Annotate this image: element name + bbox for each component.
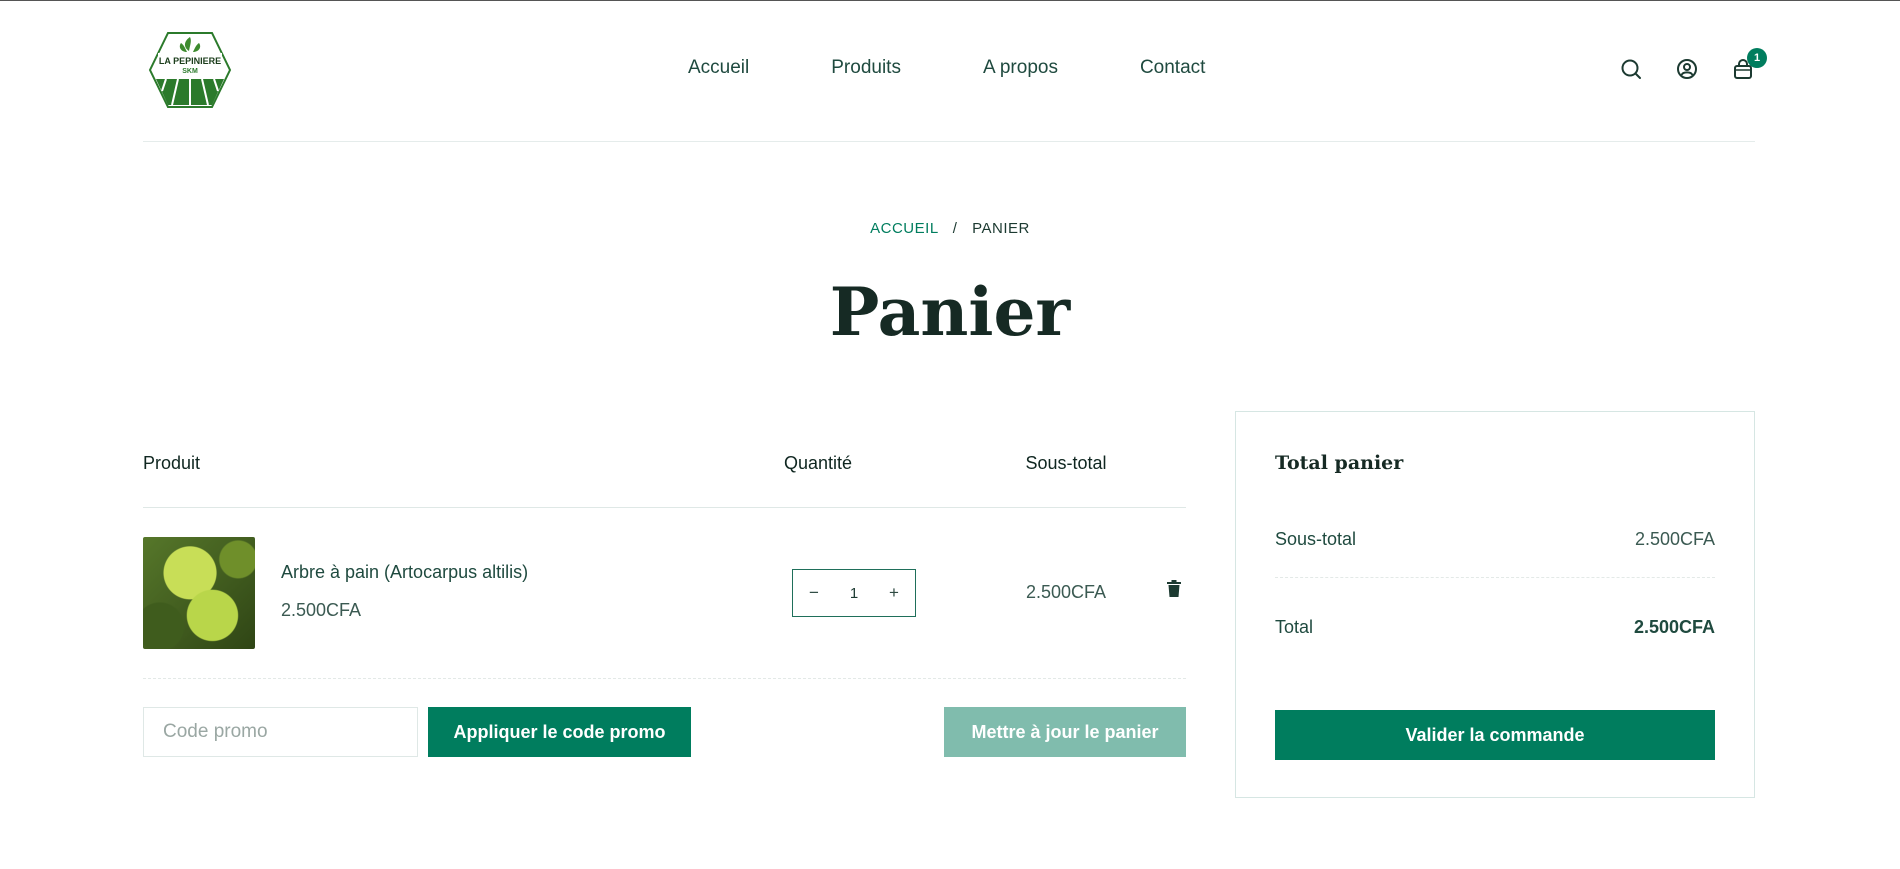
cart-totals-title: Total panier — [1275, 452, 1404, 474]
quantity-value[interactable]: 1 — [835, 585, 873, 602]
search-icon — [1621, 59, 1641, 79]
logo-subtext: SKM — [182, 68, 198, 75]
quantity-stepper: − 1 + — [792, 569, 916, 617]
cart-item-row: Arbre à pain (Artocarpus altilis) 2.500C… — [143, 508, 1186, 679]
totals-subtotal-value: 2.500CFA — [1634, 529, 1715, 549]
checkout-button[interactable]: Valider la commande — [1275, 710, 1715, 760]
remove-item-button[interactable] — [1166, 580, 1186, 602]
breadcrumb-separator: / — [952, 220, 958, 237]
totals-subtotal-row: Sous-total 2.500CFA — [1275, 529, 1715, 578]
cart-table: Produit Quantité Sous-total Arbre à pain… — [143, 411, 1186, 779]
user-circle-icon — [1677, 59, 1697, 79]
cart-button[interactable]: 1 — [1731, 48, 1767, 81]
nav-produits[interactable]: Produits — [831, 57, 901, 79]
trash-icon — [1167, 580, 1181, 597]
quantity-increase-button[interactable]: + — [873, 583, 915, 603]
column-header-quantity: Quantité — [783, 453, 853, 473]
main-nav: Accueil Produits A propos Contact — [688, 57, 1287, 79]
search-button[interactable] — [1619, 57, 1643, 81]
cart-actions: Appliquer le code promo Mettre à jour le… — [143, 679, 1186, 779]
header-icons: 1 — [1587, 48, 1767, 81]
cart-table-header: Produit Quantité Sous-total — [143, 411, 1186, 508]
column-header-subtotal: Sous-total — [1025, 453, 1107, 473]
breadcrumb-home[interactable]: ACCUEIL — [870, 220, 938, 237]
promo-code-input[interactable] — [143, 707, 418, 757]
product-thumbnail[interactable] — [143, 537, 255, 649]
account-button[interactable] — [1675, 57, 1699, 81]
item-subtotal: 2.500CFA — [1025, 582, 1107, 602]
totals-total-label: Total — [1275, 617, 1314, 637]
cart-totals-panel: Total panier Sous-total 2.500CFA Total 2… — [1235, 411, 1755, 798]
totals-total-value: 2.500CFA — [1633, 617, 1715, 637]
update-cart-button[interactable]: Mettre à jour le panier — [944, 707, 1186, 757]
breadcrumb: ACCUEIL / PANIER — [0, 220, 1900, 237]
breadcrumb-current: PANIER — [972, 220, 1030, 237]
page-title: Panier — [829, 273, 1071, 351]
site-header: LA PEPINIERE SKM Accueil Produits A prop… — [143, 1, 1767, 142]
product-name[interactable]: Arbre à pain (Artocarpus altilis) — [281, 562, 528, 583]
site-logo[interactable]: LA PEPINIERE SKM — [148, 31, 232, 109]
totals-subtotal-label: Sous-total — [1275, 529, 1357, 549]
column-header-product: Produit — [143, 453, 201, 473]
nav-a-propos[interactable]: A propos — [983, 57, 1058, 79]
nav-contact[interactable]: Contact — [1140, 57, 1205, 79]
logo-text: LA PEPINIERE — [158, 56, 222, 66]
cart-count-badge: 1 — [1747, 48, 1767, 68]
nav-accueil[interactable]: Accueil — [688, 57, 749, 79]
product-price: 2.500CFA — [281, 600, 362, 620]
quantity-decrease-button[interactable]: − — [793, 583, 835, 603]
apply-promo-button[interactable]: Appliquer le code promo — [428, 707, 691, 757]
